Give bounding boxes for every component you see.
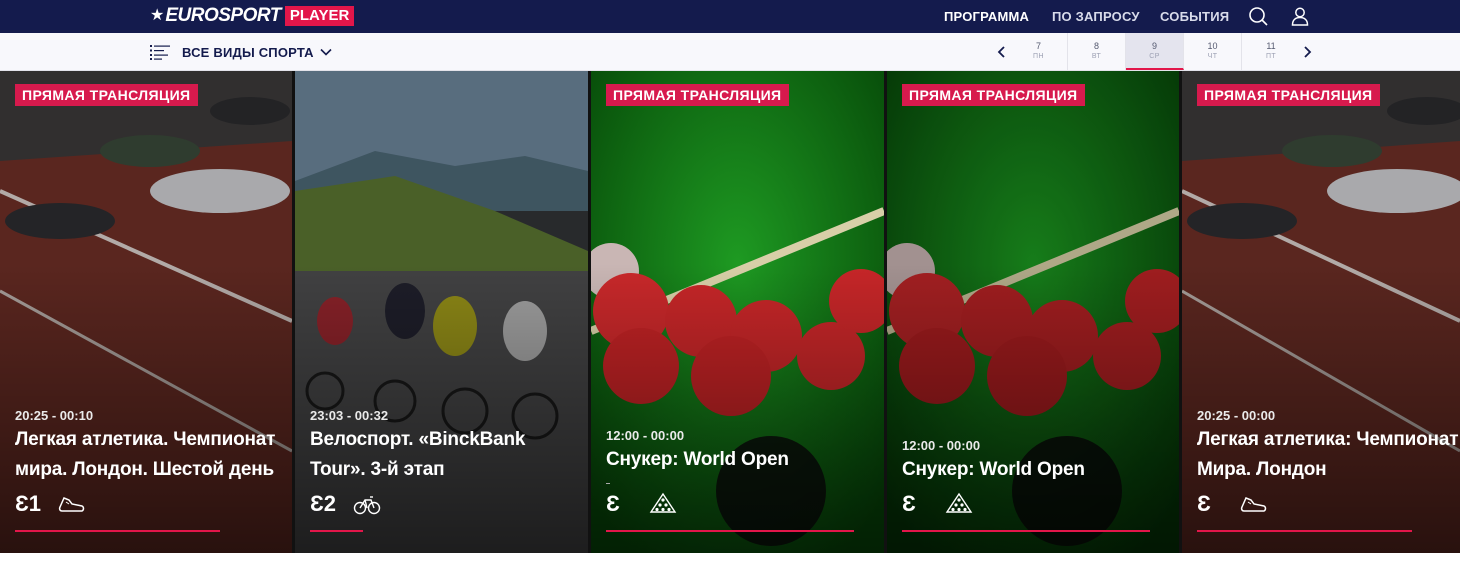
date-tab-8[interactable]: 8 ВТ bbox=[1068, 33, 1126, 70]
nav-link-label: СОБЫТИЯ bbox=[1160, 9, 1230, 24]
program-time: 20:25 - 00:00 bbox=[1197, 408, 1276, 423]
running-shoe-icon bbox=[58, 497, 85, 512]
live-badge: ПРЯМАЯ ТРАНСЛЯЦИЯ bbox=[1197, 84, 1380, 106]
sports-filter-dropdown[interactable]: ВСЕ ВИДЫ СПОРТА bbox=[150, 41, 332, 63]
star-logo-icon: ★ bbox=[150, 7, 165, 24]
program-time: 20:25 - 00:10 bbox=[15, 408, 94, 423]
nav-link-on-demand[interactable]: ПО ЗАПРОСУ bbox=[1052, 0, 1140, 33]
date-number: 7 bbox=[1035, 41, 1041, 51]
nav-link-events[interactable]: СОБЫТИЯ bbox=[1160, 0, 1229, 33]
date-number: 10 bbox=[1207, 41, 1218, 51]
progress-line bbox=[310, 530, 363, 532]
channel-eurosport-2-logo: Ɛ2 bbox=[310, 491, 337, 516]
date-weekday: ВТ bbox=[1091, 53, 1102, 60]
program-time: 12:00 - 00:00 bbox=[606, 428, 685, 443]
sports-filter-label: ВСЕ ВИДЫ СПОРТА bbox=[182, 44, 314, 60]
live-badge: ПРЯМАЯ ТРАНСЛЯЦИЯ bbox=[902, 84, 1085, 106]
program-card-cycling[interactable]: 23:03 - 00:32 Велоспорт. «BinckBank Tour… bbox=[295, 71, 588, 553]
date-number: 11 bbox=[1266, 41, 1276, 51]
program-title: Легкая атлетика. Чемпионат мира. Лондон.… bbox=[15, 429, 276, 480]
date-number: 8 bbox=[1093, 41, 1099, 51]
progress-line bbox=[606, 530, 854, 532]
program-card-snooker-2[interactable]: ПРЯМАЯ ТРАНСЛЯЦИЯ 12:00 - 00:00 Снукер: … bbox=[887, 71, 1179, 553]
program-time: 12:00 - 00:00 bbox=[902, 438, 981, 453]
channel-eurosport-logo: Ɛ bbox=[902, 491, 916, 516]
search-icon[interactable] bbox=[1248, 6, 1268, 26]
date-tab-7[interactable]: 7 ПН bbox=[1010, 33, 1068, 70]
progress-line bbox=[15, 530, 220, 532]
next-days-arrow-icon[interactable] bbox=[1299, 43, 1315, 61]
top-navigation-bar: ★ EUROSPORT PLAYER ПРОГРАММА ПО ЗАПРОСУ … bbox=[0, 0, 1460, 33]
progress-line bbox=[1197, 530, 1412, 532]
date-tab-9-selected[interactable]: 9 СР bbox=[1126, 33, 1184, 70]
snooker-triangle-icon bbox=[649, 492, 677, 513]
date-weekday: СР bbox=[1149, 53, 1160, 60]
channel-eurosport-logo: Ɛ bbox=[606, 491, 620, 516]
date-weekday: ЧТ bbox=[1207, 53, 1218, 60]
user-icon[interactable] bbox=[1290, 6, 1310, 26]
eurosport-player-logo[interactable]: ★ EUROSPORT PLAYER bbox=[150, 5, 355, 27]
schedule-filter-bar: ВСЕ ВИДЫ СПОРТА 7 ПН 8 ВТ 9 СР 10 ЧТ 11 … bbox=[0, 33, 1460, 71]
date-tab-10[interactable]: 10 ЧТ bbox=[1184, 33, 1242, 70]
chevron-down-icon bbox=[320, 48, 332, 56]
card-shade bbox=[591, 71, 884, 553]
date-tab-11[interactable]: 11 ПТ bbox=[1242, 33, 1300, 70]
live-badge: ПРЯМАЯ ТРАНСЛЯЦИЯ bbox=[15, 84, 198, 106]
snooker-triangle-icon bbox=[945, 492, 973, 513]
program-title: Снукер: World Open bbox=[902, 459, 1085, 480]
nav-link-schedule[interactable]: ПРОГРАММА bbox=[944, 0, 1029, 33]
divider-dash bbox=[606, 483, 610, 484]
progress-line bbox=[902, 530, 1150, 532]
list-icon bbox=[150, 45, 170, 60]
program-card-athletics[interactable]: ПРЯМАЯ ТРАНСЛЯЦИЯ 20:25 - 00:10 Легкая а… bbox=[0, 71, 292, 553]
program-card-snooker-1[interactable]: ПРЯМАЯ ТРАНСЛЯЦИЯ 12:00 - 00:00 Снукер: … bbox=[591, 71, 884, 553]
live-badge: ПРЯМАЯ ТРАНСЛЯЦИЯ bbox=[606, 84, 789, 106]
program-title: Снукер: World Open bbox=[606, 449, 789, 470]
nav-link-label: ПО ЗАПРОСУ bbox=[1052, 9, 1140, 24]
program-carousel: ПРЯМАЯ ТРАНСЛЯЦИЯ 20:25 - 00:10 Легкая а… bbox=[0, 71, 1460, 553]
running-shoe-icon bbox=[1240, 497, 1267, 512]
logo-brand-text: EUROSPORT bbox=[165, 5, 281, 26]
date-weekday: ПН bbox=[1033, 53, 1044, 60]
program-card-athletics-2[interactable]: ПРЯМАЯ ТРАНСЛЯЦИЯ 20:25 - 00:00 Легкая а… bbox=[1182, 71, 1460, 553]
program-title: Легкая атлетика: Чемпионат Мира. Лондон bbox=[1197, 429, 1459, 480]
program-time: 23:03 - 00:32 bbox=[310, 408, 389, 423]
date-number: 9 bbox=[1151, 41, 1157, 51]
date-weekday: ПТ bbox=[1265, 53, 1277, 60]
bicycle-icon bbox=[353, 496, 381, 515]
program-title: Велоспорт. «BinckBank Tour». 3-й этап bbox=[310, 429, 526, 480]
logo-product-badge: PLAYER bbox=[284, 6, 355, 26]
nav-link-label: ПРОГРАММА bbox=[944, 9, 1030, 24]
previous-days-arrow-icon[interactable] bbox=[994, 43, 1010, 61]
channel-eurosport-logo: Ɛ bbox=[1197, 491, 1211, 516]
channel-eurosport-1-logo: Ɛ1 bbox=[15, 491, 42, 516]
page-background bbox=[0, 553, 1460, 584]
